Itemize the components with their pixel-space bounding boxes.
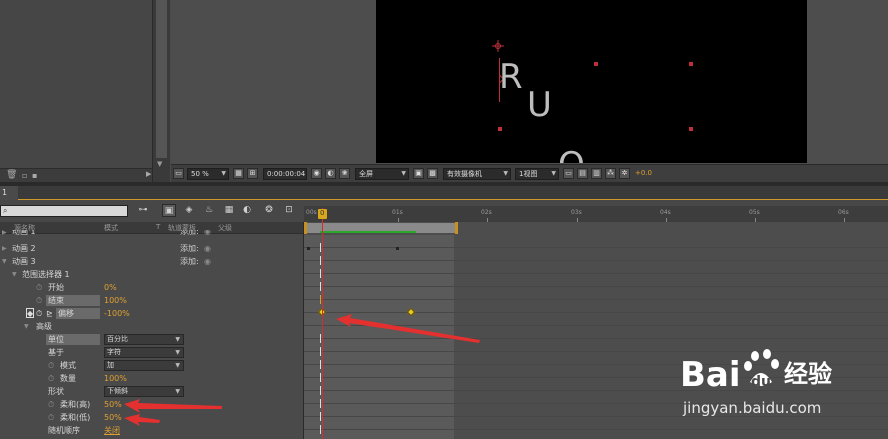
watermark-jingyan-text: 经验 bbox=[784, 360, 832, 388]
watermark-bai-text: Bai bbox=[680, 355, 741, 395]
paw-du-text: du bbox=[751, 374, 771, 390]
annotation-arrow bbox=[124, 399, 222, 413]
watermark-url: jingyan.baidu.com bbox=[683, 399, 822, 417]
annotation-arrow bbox=[336, 314, 480, 343]
annotation-arrow bbox=[124, 414, 160, 426]
baidu-jingyan-logo: Bai du 经验 bbox=[680, 349, 832, 395]
